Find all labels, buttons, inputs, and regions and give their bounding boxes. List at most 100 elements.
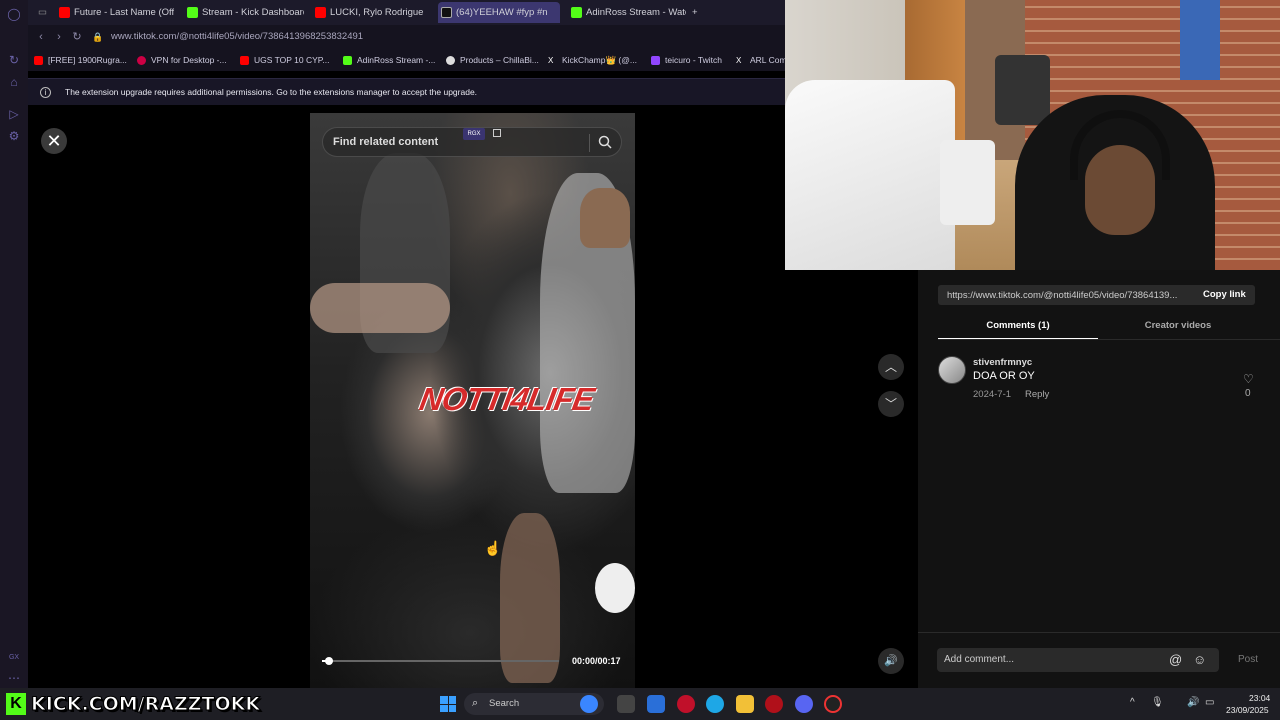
chillabi-icon — [446, 56, 455, 65]
kick-icon — [343, 56, 352, 65]
search-placeholder: Find related content — [333, 136, 439, 148]
notti4life-logo: NOTTI4LIFE — [416, 381, 597, 417]
store-icon[interactable] — [647, 695, 665, 713]
bookmark-item[interactable]: teicuro - Twitch — [651, 54, 722, 67]
share-link-url[interactable]: https://www.tiktok.com/@notti4life05/vid… — [947, 290, 1191, 301]
bookmark-item[interactable]: [FREE] 1900Rugra... — [34, 54, 127, 67]
opera-gx-icon[interactable] — [677, 695, 695, 713]
video-progress-bar[interactable] — [322, 657, 559, 665]
kick-icon — [187, 7, 198, 18]
extension-banner: i The extension upgrade requires additio… — [28, 78, 785, 105]
clock-time[interactable]: 23:04 — [1249, 693, 1270, 703]
info-icon: i — [40, 87, 51, 98]
search-icon: ⌕ — [472, 697, 479, 709]
mention-icon[interactable]: @ — [1169, 652, 1182, 667]
sidebar-settings-icon[interactable]: ⚙ — [6, 128, 22, 144]
bookmark-label: ARL Com — [750, 55, 785, 65]
reply-button[interactable]: Reply — [1025, 389, 1049, 400]
search-divider — [589, 134, 590, 152]
bookmark-item[interactable]: AdinRoss Stream -... — [343, 54, 435, 67]
tab-kick-dashboard[interactable]: Stream - Kick Dashboard — [184, 2, 304, 23]
bookmark-label: AdinRoss Stream -... — [357, 55, 436, 65]
video-time: 00:00/00:17 — [572, 656, 621, 666]
forward-icon[interactable]: › — [52, 30, 66, 44]
tab-creator-videos[interactable]: Creator videos — [1098, 320, 1258, 331]
sidebar-bag-icon[interactable]: ⌂ — [6, 74, 22, 90]
volume-button[interactable]: 🔊 — [878, 648, 904, 674]
copy-link-button[interactable]: Copy link — [1203, 289, 1246, 300]
obs-icon[interactable] — [824, 695, 842, 713]
kick-icon — [571, 7, 582, 18]
opera-logo-icon[interactable]: ◯ — [6, 6, 22, 22]
bookmark-item[interactable]: X KickChamp👑 (@... — [548, 54, 637, 67]
youtube-icon — [315, 7, 326, 18]
share-link-box: https://www.tiktok.com/@notti4life05/vid… — [938, 285, 1255, 305]
next-video-button[interactable]: ﹀ — [878, 391, 904, 417]
heart-icon[interactable]: ♡ — [1243, 372, 1254, 386]
bookmarks-bar: [FREE] 1900Rugra... VPN for Desktop -...… — [28, 50, 785, 71]
sidebar-refresh-icon[interactable]: ↻ — [6, 52, 22, 68]
youtube-icon — [240, 56, 249, 65]
tab-menu-icon[interactable]: ▭ — [38, 2, 58, 23]
bed — [785, 80, 955, 270]
close-button[interactable]: ✕ — [41, 128, 67, 154]
back-icon[interactable]: ‹ — [34, 30, 48, 44]
bookmark-label: Products – ChillaBi... — [460, 55, 539, 65]
add-comment-input[interactable]: Add comment... @ ☺ — [937, 648, 1219, 672]
x-icon: X — [736, 56, 742, 65]
reload-icon[interactable]: ↻ — [70, 30, 84, 44]
tab-label: AdinRoss Stream - Watch — [586, 7, 686, 18]
browser-sidebar: ◯ ↻ ⌂ ▷ ⚙ GX ⋯ — [0, 0, 28, 688]
taskbar: K KICK.COM/RAZZTOKK ⌕ Search ^ 🎙 🔊 ▭ 23:… — [0, 688, 1280, 720]
bookmark-item[interactable]: VPN for Desktop -... — [137, 54, 227, 67]
leg-figure — [500, 513, 560, 683]
chair — [995, 55, 1050, 125]
clock-date[interactable]: 23/09/2025 — [1226, 705, 1269, 715]
url-field[interactable]: www.tiktok.com/@notti4life05/video/73864… — [111, 31, 363, 42]
comment-username[interactable]: stivenfrmnyc — [973, 357, 1032, 368]
chevron-up-icon[interactable]: ^ — [1130, 697, 1135, 708]
search-icon[interactable] — [597, 134, 613, 150]
battery-icon[interactable]: ▭ — [1205, 697, 1214, 708]
tab-future[interactable]: Future - Last Name (Offic — [56, 2, 174, 23]
sidebar-play-icon[interactable]: ▷ — [6, 106, 22, 122]
comment-text: DOA OR OY — [973, 370, 1035, 382]
related-search-input[interactable]: Find related content RGX — [322, 127, 622, 157]
bookmark-item[interactable]: X ARL Com — [736, 54, 785, 67]
bag — [940, 140, 995, 225]
tab-label: (64)YEEHAW #fyp #n — [456, 7, 548, 18]
rgx-extension-badge[interactable]: RGX — [463, 128, 485, 140]
previous-video-button[interactable]: ︿ — [878, 354, 904, 380]
post-button[interactable]: Post — [1238, 654, 1258, 665]
windows-start-icon[interactable] — [440, 696, 456, 712]
copilot-icon[interactable] — [580, 695, 598, 713]
tab-comments[interactable]: Comments (1) — [938, 320, 1098, 331]
emoji-icon[interactable]: ☺ — [1193, 652, 1206, 667]
hand-cursor-icon: ☝ — [484, 540, 502, 556]
app-icon[interactable] — [765, 695, 783, 713]
tab-lucki[interactable]: LUCKI, Rylo Rodrigue — [312, 2, 430, 23]
avatar[interactable] — [938, 356, 966, 384]
tab-adinross[interactable]: AdinRoss Stream - Watch — [568, 2, 686, 23]
edge-icon[interactable] — [706, 695, 724, 713]
tab-tiktok[interactable]: (64)YEEHAW #fyp #n — [438, 2, 560, 23]
discord-icon[interactable] — [795, 695, 813, 713]
copy-icon[interactable] — [493, 129, 501, 137]
tab-label: Stream - Kick Dashboard — [202, 7, 304, 18]
microphone-icon[interactable]: 🎙 — [1151, 697, 1164, 708]
x-icon: X — [548, 56, 554, 65]
sidebar-gx-label[interactable]: GX — [6, 650, 22, 666]
sidebar-more-icon[interactable]: ⋯ — [6, 670, 22, 686]
volume-icon[interactable]: 🔊 — [1187, 697, 1199, 708]
bookmark-item[interactable]: UGS TOP 10 CYP... — [240, 54, 329, 67]
bookmark-item[interactable]: Products – ChillaBi... — [446, 54, 539, 67]
tab-label: Future - Last Name (Offic — [74, 7, 174, 18]
comment-placeholder: Add comment... — [944, 654, 1015, 665]
task-view-icon[interactable] — [617, 695, 635, 713]
banner-message: The extension upgrade requires additiona… — [65, 87, 478, 97]
file-explorer-icon[interactable] — [736, 695, 754, 713]
webcam-overlay — [785, 0, 1280, 270]
new-tab-button[interactable]: + — [692, 2, 708, 23]
address-bar: ‹ › ↻ 🔒 www.tiktok.com/@notti4life05/vid… — [28, 25, 785, 50]
video-player[interactable]: NOTTI4LIFE — [310, 113, 635, 688]
